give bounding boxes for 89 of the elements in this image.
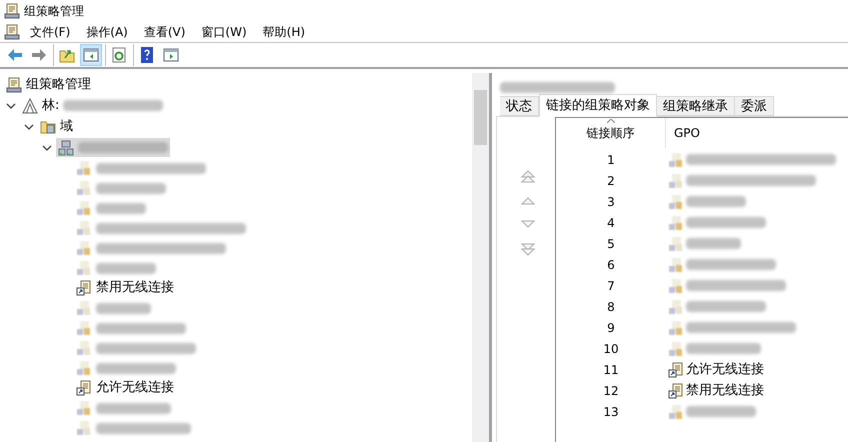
- policy-icon: [668, 320, 684, 336]
- tab[interactable]: 链接的组策略对象: [539, 94, 657, 117]
- policy-icon: [76, 340, 92, 356]
- order-cell-text: 9: [606, 320, 616, 336]
- policy-icon: [76, 240, 92, 256]
- tree-item[interactable]: 组策略管理: [26, 74, 91, 94]
- expanded-caret-icon[interactable]: [6, 100, 16, 110]
- order-cell-text: 5: [606, 236, 616, 252]
- policy-icon: [668, 340, 684, 356]
- order-cell-text: 13: [602, 404, 620, 420]
- script-shortcut-icon: [76, 280, 92, 296]
- blurred-text: [96, 182, 166, 194]
- expanded-caret-icon[interactable]: [42, 142, 52, 152]
- blurred-text: [96, 302, 151, 314]
- move-to-top-icon[interactable]: [521, 169, 535, 183]
- order-cell-text: 6: [606, 256, 616, 274]
- script-shortcut-icon: [76, 380, 92, 396]
- policy-icon: [668, 214, 684, 230]
- policy-icon: [76, 160, 92, 176]
- policy-icon: [76, 300, 92, 316]
- move-up-icon[interactable]: [521, 196, 535, 206]
- tab[interactable]: 状态: [500, 96, 539, 116]
- pane-icon: [163, 47, 179, 63]
- order-cell-text: 10: [602, 340, 620, 358]
- gpo-cell-text: 允许无线连接: [686, 360, 764, 379]
- blurred-text: [686, 238, 741, 249]
- toolbar-button[interactable]: [80, 44, 102, 66]
- window-title: 组策略管理: [24, 2, 84, 20]
- blurred-text: [96, 202, 146, 214]
- order-cell-text: 1: [606, 152, 616, 168]
- policy-icon: [668, 172, 684, 188]
- policy-icon: [76, 200, 92, 216]
- triangle-icon: [22, 98, 38, 114]
- order-cell-text: 7: [606, 278, 616, 294]
- column-header[interactable]: 链接顺序: [556, 118, 666, 148]
- console-icon: [6, 76, 22, 92]
- menu-item[interactable]: 操作(A): [80, 22, 134, 40]
- policy-icon: [76, 220, 92, 236]
- blurred-text: [686, 196, 746, 207]
- policy-icon: [668, 278, 684, 294]
- help-icon: [139, 47, 155, 63]
- tab[interactable]: 委派: [735, 96, 774, 116]
- column-header[interactable]: GPO: [666, 118, 708, 148]
- policy-icon: [76, 420, 92, 436]
- tree-item[interactable]: 域: [60, 116, 73, 136]
- order-cell-text: 11: [602, 362, 620, 378]
- console-icon: [4, 24, 20, 40]
- policy-icon: [76, 320, 92, 336]
- blurred-text: [96, 262, 156, 274]
- policy-icon: [76, 260, 92, 276]
- policy-icon: [668, 152, 684, 168]
- blurred-text: [686, 406, 756, 417]
- gpo-cell-text: 禁用无线连接: [686, 382, 764, 400]
- policy-icon: [76, 360, 92, 376]
- server-icon: [58, 140, 74, 156]
- tree-item[interactable]: 允许无线连接: [96, 378, 174, 398]
- scroll-thumb[interactable]: [474, 90, 487, 145]
- menu-item[interactable]: 帮助(H): [256, 22, 312, 40]
- move-to-bottom-icon[interactable]: [521, 242, 535, 256]
- order-cell-text: 8: [606, 298, 616, 316]
- script-shortcut-icon: [668, 382, 684, 398]
- forward-arrow-icon: [31, 47, 47, 63]
- tree-node-highlight[interactable]: [56, 138, 170, 157]
- policy-icon: [668, 256, 684, 272]
- policy-icon: [668, 404, 684, 420]
- menu-item[interactable]: 窗口(W): [195, 22, 253, 40]
- order-cell-text: 12: [602, 382, 620, 400]
- refresh-icon: [111, 47, 127, 63]
- order-cell-text: 2: [606, 172, 616, 190]
- console-icon: [4, 2, 20, 18]
- move-down-icon[interactable]: [521, 219, 535, 229]
- tab[interactable]: 组策略继承: [657, 96, 735, 116]
- script-shortcut-icon: [668, 362, 684, 378]
- menu-item[interactable]: 查看(V): [138, 22, 192, 40]
- tree-item[interactable]: 林:: [42, 96, 60, 116]
- policy-icon: [76, 180, 92, 196]
- tree-item[interactable]: 禁用无线连接: [96, 278, 174, 298]
- scrollbar[interactable]: [472, 73, 489, 442]
- order-cell-text: 4: [606, 214, 616, 232]
- policy-icon: [668, 194, 684, 210]
- pane-icon: [83, 47, 99, 63]
- expanded-caret-icon[interactable]: [24, 122, 34, 132]
- policy-icon: [668, 236, 684, 252]
- folder-server-icon: [40, 118, 56, 134]
- policy-icon: [76, 400, 92, 416]
- order-cell-text: 3: [606, 194, 616, 210]
- policy-icon: [668, 298, 684, 314]
- menu-item[interactable]: 文件(F): [24, 22, 76, 40]
- back-arrow-icon: [7, 47, 23, 63]
